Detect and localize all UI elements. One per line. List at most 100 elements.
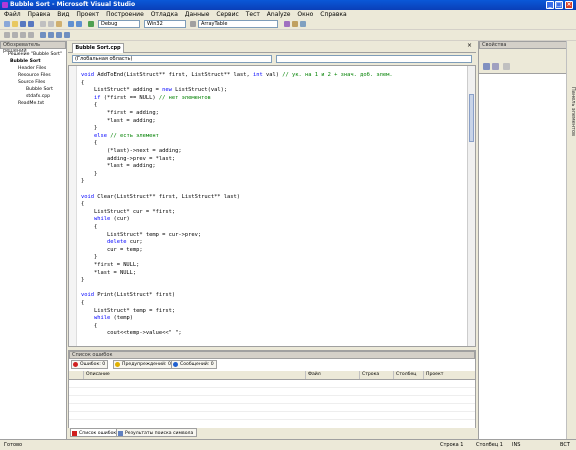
menu-view[interactable]: Вид <box>57 11 69 18</box>
menu-file[interactable]: Файл <box>4 11 21 18</box>
error-list-icon <box>72 431 77 436</box>
menu-build[interactable]: Построение <box>106 11 144 18</box>
cut-icon[interactable] <box>40 21 46 27</box>
save-all-icon[interactable] <box>28 21 34 27</box>
code-line: adding->prev = *last; <box>81 155 176 162</box>
code-line: (*last)->next = adding; <box>81 148 182 154</box>
code-line: { <box>81 102 98 109</box>
config-select[interactable]: Debug <box>98 20 140 28</box>
open-icon[interactable] <box>12 21 18 27</box>
code-line: } <box>81 277 85 284</box>
menu-bar: Файл Правка Вид Проект Построение Отладк… <box>0 10 576 19</box>
uncomment-icon[interactable] <box>28 32 34 38</box>
paste-icon[interactable] <box>56 21 62 27</box>
member-select[interactable] <box>276 55 472 63</box>
redo-icon[interactable] <box>76 21 82 27</box>
tab-find-symbol-results[interactable]: Результаты поиска символа <box>116 428 198 437</box>
new-project-icon[interactable] <box>4 21 10 27</box>
standard-toolbar: Debug Win32 ArrayTable <box>0 19 576 30</box>
find-combo[interactable]: ArrayTable <box>198 20 278 28</box>
save-icon[interactable] <box>20 21 26 27</box>
tree-item-project[interactable]: Bubble Sort <box>10 58 41 65</box>
scrollbar-thumb[interactable] <box>469 94 474 142</box>
code-line: delete cur; <box>106 239 143 246</box>
properties-header: Свойства <box>479 41 567 49</box>
grid-line <box>69 387 475 388</box>
clear-bookmarks-icon[interactable] <box>64 32 70 38</box>
find-icon[interactable] <box>190 21 196 27</box>
navigation-bar: (Глобальная область) <box>68 53 476 64</box>
tree-item-solution[interactable]: Решение "Bubble Sort" <box>8 51 62 58</box>
platform-select[interactable]: Win32 <box>144 20 186 28</box>
code-line: while (cur) <box>93 216 130 223</box>
column-description[interactable]: Описание <box>83 371 110 379</box>
close-button[interactable]: × <box>565 1 573 9</box>
warnings-filter-button[interactable]: Предупреждений: 0 <box>113 360 174 369</box>
close-document-icon[interactable]: × <box>467 42 472 49</box>
menu-test[interactable]: Тест <box>246 11 260 18</box>
maximize-button[interactable]: □ <box>555 1 563 9</box>
toolbox-strip[interactable]: Панель элементов <box>566 41 576 439</box>
next-bookmark-icon[interactable] <box>56 32 62 38</box>
indent-icon[interactable] <box>4 32 10 38</box>
categorized-icon[interactable] <box>483 63 490 70</box>
menu-edit[interactable]: Правка <box>28 11 51 18</box>
menu-window[interactable]: Окно <box>297 11 313 18</box>
outdent-icon[interactable] <box>12 32 18 38</box>
code-editor[interactable]: void AddToEnd(ListStruct** first, ListSt… <box>68 65 476 347</box>
tree-item-source-files[interactable]: Source Files <box>18 79 45 86</box>
tree-item-readme[interactable]: ReadMe.txt <box>18 100 44 107</box>
solution-explorer: Обозреватель решений Решение "Bubble Sor… <box>0 41 67 439</box>
solution-explorer-icon[interactable] <box>284 21 290 27</box>
menu-data[interactable]: Данные <box>185 11 210 18</box>
alphabetical-icon[interactable] <box>492 63 499 70</box>
menu-tools[interactable]: Сервис <box>216 11 238 18</box>
property-pages-icon[interactable] <box>503 63 510 70</box>
comment-icon[interactable] <box>20 32 26 38</box>
column-project[interactable]: Проект <box>423 371 443 379</box>
tree-item-stdafx[interactable]: stdafx.cpp <box>26 93 50 100</box>
code-line: { <box>81 201 85 208</box>
start-debug-icon[interactable] <box>88 21 94 27</box>
code-line: } <box>81 178 85 185</box>
column-file[interactable]: Файл <box>305 371 321 379</box>
title-bar[interactable]: Bubble Sort - Microsoft Visual Studio _ … <box>0 0 576 10</box>
code-line: { <box>81 322 98 329</box>
undo-icon[interactable] <box>68 21 74 27</box>
menu-project[interactable]: Проект <box>76 11 99 18</box>
minimize-button[interactable]: _ <box>546 1 554 9</box>
code-line: *first = adding; <box>81 110 159 116</box>
tree-item-resource-files[interactable]: Resource Files <box>18 72 51 79</box>
editor-vertical-scrollbar[interactable] <box>467 66 475 346</box>
errors-filter-button[interactable]: Ошибок: 0 <box>71 360 109 369</box>
menu-debug[interactable]: Отладка <box>151 11 178 18</box>
column-line[interactable]: Строка <box>359 371 379 379</box>
toolbox-label: Панель элементов <box>570 87 576 136</box>
code-line: if (*first == NULL) // нет элементов <box>93 94 211 101</box>
code-line: ListStruct* temp = cur->prev; <box>81 231 202 238</box>
tree-item-bubble-sort-cpp[interactable]: Bubble Sort <box>26 86 53 93</box>
code-line: ListStruct* adding = new ListStruct(val)… <box>81 87 228 94</box>
code-line: } <box>81 125 98 132</box>
prev-bookmark-icon[interactable] <box>48 32 54 38</box>
tab-error-list[interactable]: Список ошибок <box>70 428 121 437</box>
find-results-icon <box>118 431 123 436</box>
messages-filter-button[interactable]: Сообщений: 0 <box>171 360 217 369</box>
code-line: } <box>81 170 98 177</box>
menu-analyze[interactable]: Analyze <box>267 11 291 18</box>
code-line: *first = NULL; <box>81 262 140 268</box>
code-line: { <box>81 300 85 306</box>
menu-help[interactable]: Справка <box>320 11 346 18</box>
code-line: *last = NULL; <box>81 269 137 276</box>
toolbox-icon[interactable] <box>300 21 306 27</box>
code-line: while (temp) <box>93 315 133 322</box>
copy-icon[interactable] <box>48 21 54 27</box>
tab-bubble-sort-cpp[interactable]: Bubble Sort.cpp <box>72 43 124 53</box>
code-line: *last = adding; <box>81 163 156 170</box>
tree-item-header-files[interactable]: Header Files <box>18 65 46 72</box>
column-column[interactable]: Столбец <box>393 371 416 379</box>
scope-select[interactable]: (Глобальная область) <box>72 55 272 63</box>
properties-icon[interactable] <box>292 21 298 27</box>
bookmark-icon[interactable] <box>40 32 46 38</box>
code-line: ListStruct* temp = first; <box>81 307 176 314</box>
